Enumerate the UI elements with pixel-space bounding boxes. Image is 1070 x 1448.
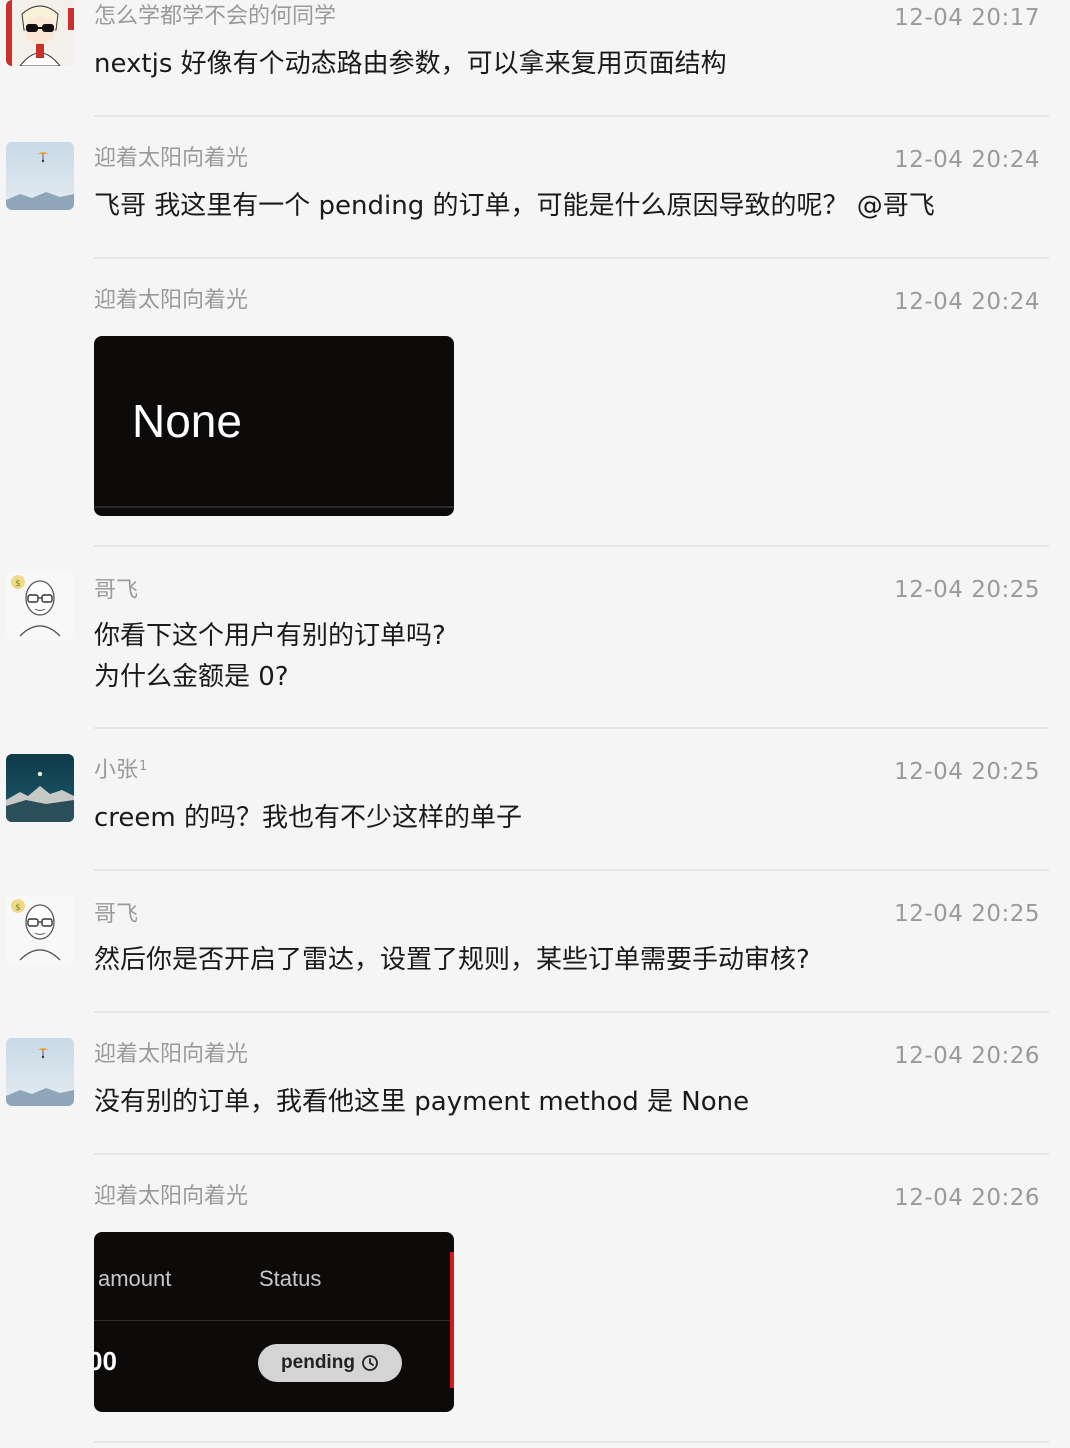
message-text: creem 的吗？我也有不少这样的单子 (94, 803, 522, 833)
svg-text:$: $ (15, 579, 21, 589)
sender-name-text: 小张 (94, 758, 139, 783)
message-time: 12-04 20:17 (894, 5, 1040, 31)
message-text: 你看下这个用户有别的订单吗? (94, 621, 446, 651)
sender-name[interactable]: 怎么学都学不会的何同学 (94, 2, 336, 32)
sender-badge: 1 (139, 759, 148, 774)
message-text: 然后你是否开启了雷达，设置了规则，某些订单需要手动审核? (94, 945, 810, 975)
image-border (94, 506, 454, 508)
sender-name[interactable]: 哥飞 (94, 900, 138, 930)
divider (94, 545, 1049, 547)
divider (94, 727, 1049, 729)
message-image[interactable]: None (94, 336, 454, 516)
message-text: 没有别的订单，我看他这里 payment method 是 None (94, 1087, 750, 1117)
table-divider (94, 1320, 454, 1321)
divider (94, 1153, 1049, 1155)
message-text: 为什么金额是 0? (94, 662, 289, 692)
svg-text:$: $ (15, 903, 21, 913)
table-header-status: Status (259, 1266, 322, 1291)
message-time: 12-04 20:25 (894, 577, 1040, 603)
sender-name[interactable]: 小张1 (94, 756, 147, 786)
message-time: 12-04 20:26 (894, 1185, 1040, 1211)
sender-name[interactable]: 迎着太阳向着光 (94, 286, 248, 316)
divider (94, 1011, 1049, 1013)
sender-name[interactable]: 哥飞 (94, 576, 138, 606)
message-text: 飞哥 我这里有一个 pending 的订单，可能是什么原因导致的呢？ @哥飞 (94, 191, 935, 221)
divider (94, 869, 1049, 871)
table-amount-value: 00 (94, 1346, 117, 1376)
avatar[interactable] (6, 142, 74, 210)
status-badge-label: pending (281, 1352, 355, 1373)
message-time: 12-04 20:24 (894, 289, 1040, 315)
sender-name[interactable]: 迎着太阳向着光 (94, 1182, 248, 1212)
avatar[interactable]: $ (6, 572, 74, 640)
avatar[interactable] (6, 754, 74, 822)
avatar[interactable]: $ (6, 896, 74, 964)
image-text: None (132, 395, 242, 447)
divider (94, 1441, 1049, 1443)
message-time: 12-04 20:25 (894, 901, 1040, 927)
message-time: 12-04 20:25 (894, 759, 1040, 785)
avatar[interactable] (6, 0, 74, 66)
table-header-amount: amount (98, 1266, 172, 1291)
clock-icon (361, 1354, 379, 1372)
message-time: 12-04 20:26 (894, 1043, 1040, 1069)
sender-name[interactable]: 迎着太阳向着光 (94, 1040, 248, 1070)
sender-name[interactable]: 迎着太阳向着光 (94, 144, 248, 174)
message-time: 12-04 20:24 (894, 147, 1040, 173)
message-image[interactable]: amount Status 00 pending (94, 1232, 454, 1412)
status-badge: pending (258, 1344, 402, 1382)
divider (94, 115, 1049, 117)
avatar[interactable] (6, 1038, 74, 1106)
scroll-indicator (450, 1252, 454, 1388)
divider (94, 257, 1049, 259)
message-text: nextjs 好像有个动态路由参数，可以拿来复用页面结构 (94, 49, 727, 79)
